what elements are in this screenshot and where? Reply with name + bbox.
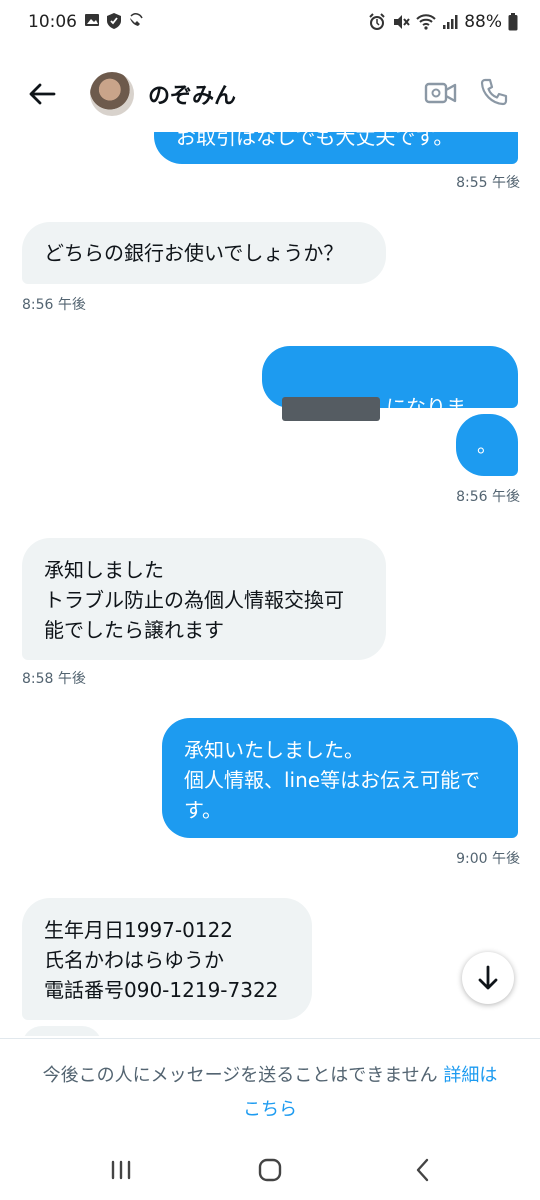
message-timestamp: 8:58 午後: [22, 671, 86, 687]
message-bubble-partial[interactable]: [22, 1026, 102, 1036]
shield-icon: [107, 13, 121, 29]
redacted-text-block: [282, 396, 380, 421]
battery-icon: [508, 13, 518, 31]
cannot-message-notice: 今後この人にメッセージを送ることはできません 詳細は こちら: [0, 1038, 540, 1138]
arrow-down-icon: [478, 965, 498, 990]
wifi-call-icon: [130, 13, 143, 26]
message-bubble-sent[interactable]: 承知いたしました。 個人情報、line等はお伝え可能で す。: [162, 718, 518, 838]
message-bubble-sent[interactable]: 。: [456, 414, 518, 476]
status-bar: 10:06 88%: [0, 0, 540, 44]
back-nav-icon[interactable]: [408, 1156, 438, 1184]
message-timestamp: 9:00 午後: [456, 851, 520, 867]
message-bubble-received[interactable]: 生年月日1997-0122 氏名かわはらゆうか 電話番号090-1219-732…: [22, 898, 312, 1020]
phone-icon[interactable]: [478, 76, 510, 108]
battery-percent: 88%: [464, 12, 502, 32]
message-list[interactable]: お取引はなしでも大丈夫です。 8:55 午後 どちらの銀行お使いでしょうか？ 8…: [0, 132, 540, 1036]
notice-text: 今後この人にメッセージを送ることはできません: [42, 1065, 438, 1086]
mute-icon: [394, 15, 410, 29]
image-icon: [85, 14, 99, 26]
scroll-to-bottom-button[interactable]: [462, 952, 514, 1004]
avatar[interactable]: [90, 72, 134, 116]
message-bubble-received[interactable]: どちらの銀行お使いでしょうか？: [22, 222, 386, 284]
video-call-icon[interactable]: [424, 78, 458, 108]
alarm-icon: [369, 13, 385, 30]
status-time: 10:06: [28, 12, 77, 32]
system-nav-bar: [0, 1140, 540, 1200]
message-timestamp: 8:56 午後: [456, 489, 520, 505]
arrow-left-icon[interactable]: [26, 78, 58, 110]
recent-apps-icon[interactable]: [106, 1156, 136, 1184]
conversation-header: のぞみん: [0, 56, 540, 132]
contact-name[interactable]: のぞみん: [148, 78, 236, 110]
message-timestamp: 8:55 午後: [456, 175, 520, 191]
wifi-icon: [416, 14, 436, 30]
message-bubble-sent[interactable]: お取引はなしでも大丈夫です。: [154, 132, 518, 164]
message-bubble-sent[interactable]: になります？: [262, 346, 518, 449]
message-bubble-received[interactable]: 承知しました トラブル防止の為個人情報交換可 能でしたら譲れます: [22, 538, 386, 660]
home-icon[interactable]: [255, 1156, 285, 1184]
signal-icon: [443, 15, 458, 29]
message-timestamp: 8:56 午後: [22, 297, 86, 313]
